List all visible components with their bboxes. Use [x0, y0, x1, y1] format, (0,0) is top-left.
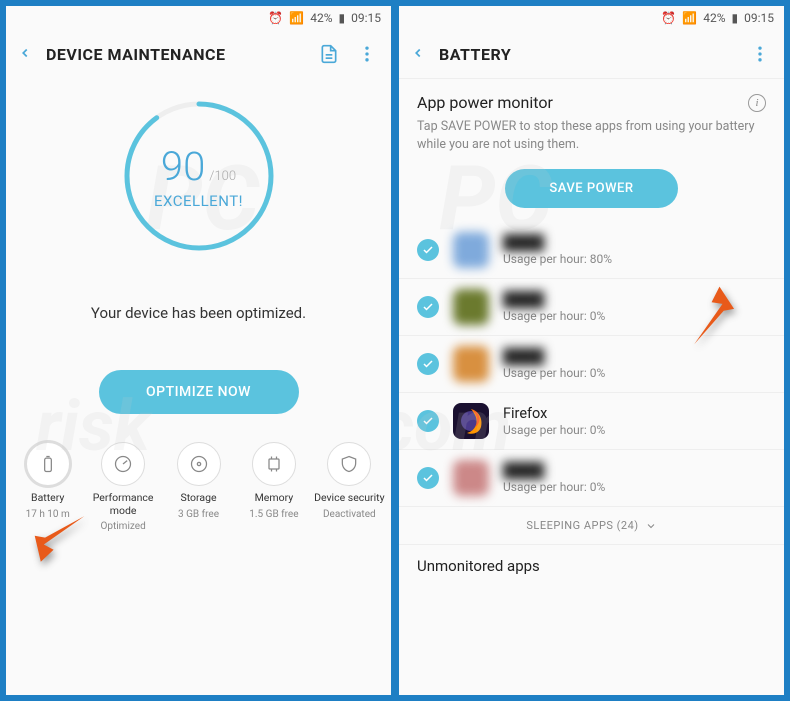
back-button[interactable]: [18, 45, 32, 64]
app-row[interactable]: ████Usage per hour: 0%: [399, 450, 784, 507]
section-title: App power monitor: [417, 93, 553, 112]
app-icon: [453, 289, 489, 325]
clock: 09:15: [351, 11, 381, 25]
save-power-button[interactable]: SAVE POWER: [505, 169, 677, 208]
app-icon: [453, 232, 489, 268]
clock: 09:15: [744, 11, 774, 25]
battery-percent: 42%: [310, 11, 332, 25]
checkbox-icon[interactable]: [417, 467, 439, 489]
score-max: /100: [209, 169, 236, 184]
status-bar: ⏰ 📶 42% ▮ 09:15: [399, 6, 784, 30]
more-menu-icon[interactable]: [355, 42, 379, 66]
unmonitored-apps-header[interactable]: Unmonitored apps: [399, 545, 784, 575]
section-description: Tap SAVE POWER to stop these apps from u…: [399, 116, 784, 163]
app-icon: [453, 346, 489, 382]
app-row[interactable]: ████Usage per hour: 0%: [399, 279, 784, 336]
header: BATTERY: [399, 30, 784, 78]
app-row[interactable]: FirefoxUsage per hour: 0%: [399, 393, 784, 450]
app-usage: Usage per hour: 80%: [503, 252, 766, 266]
checkbox-icon[interactable]: [417, 353, 439, 375]
page-title: BATTERY: [439, 45, 734, 64]
tile-memory[interactable]: Memory 1.5 GB free: [236, 442, 311, 532]
page-title: DEVICE MAINTENANCE: [46, 45, 303, 64]
tile-storage[interactable]: Storage 3 GB free: [161, 442, 236, 532]
section-header: App power monitor i: [399, 79, 784, 116]
tile-security[interactable]: Device security Deactivated: [312, 442, 387, 532]
battery-icon: ▮: [339, 11, 346, 25]
score-value: 90: [161, 143, 205, 190]
app-name: ████: [503, 348, 766, 365]
signal-icon: 📶: [289, 11, 304, 25]
optimized-message: Your device has been optimized.: [6, 304, 391, 322]
battery-percent: 42%: [703, 11, 725, 25]
app-list: ████Usage per hour: 80%████Usage per hou…: [399, 222, 784, 507]
battery-icon: ▮: [732, 11, 739, 25]
back-button[interactable]: [411, 45, 425, 64]
document-icon[interactable]: [317, 42, 341, 66]
app-usage: Usage per hour: 0%: [503, 423, 766, 437]
tile-battery[interactable]: Battery 17 h 10 m: [10, 442, 85, 532]
sleeping-apps-toggle[interactable]: SLEEPING APPS (24): [399, 507, 784, 544]
app-icon: [453, 460, 489, 496]
score-ring: 90 /100 EXCELLENT!: [119, 96, 279, 256]
status-bar: ⏰ 📶 42% ▮ 09:15: [6, 6, 391, 30]
signal-icon: 📶: [682, 11, 697, 25]
score-rating: EXCELLENT!: [154, 192, 243, 210]
app-name: Firefox: [503, 405, 766, 422]
battery-screen: PC .com ⏰ 📶 42% ▮ 09:15 BATTERY App powe…: [397, 4, 786, 697]
app-name: ████: [503, 462, 766, 479]
category-tiles: Battery 17 h 10 m Performance mode Optim…: [6, 434, 391, 542]
app-usage: Usage per hour: 0%: [503, 480, 766, 494]
app-name: ████: [503, 234, 766, 251]
header: DEVICE MAINTENANCE: [6, 30, 391, 78]
app-name: ████: [503, 291, 766, 308]
checkbox-icon[interactable]: [417, 410, 439, 432]
app-row[interactable]: ████Usage per hour: 0%: [399, 336, 784, 393]
optimize-now-button[interactable]: OPTIMIZE NOW: [99, 370, 299, 414]
checkbox-icon[interactable]: [417, 239, 439, 261]
info-icon[interactable]: i: [748, 94, 766, 112]
device-maintenance-screen: PC risk ⏰ 📶 42% ▮ 09:15 DEVICE MAINTENAN…: [4, 4, 393, 697]
checkbox-icon[interactable]: [417, 296, 439, 318]
alarm-icon: ⏰: [268, 11, 283, 25]
app-row[interactable]: ████Usage per hour: 80%: [399, 222, 784, 279]
app-icon: [453, 403, 489, 439]
alarm-icon: ⏰: [661, 11, 676, 25]
more-menu-icon[interactable]: [748, 42, 772, 66]
app-usage: Usage per hour: 0%: [503, 366, 766, 380]
app-usage: Usage per hour: 0%: [503, 309, 766, 323]
tile-performance[interactable]: Performance mode Optimized: [85, 442, 160, 532]
